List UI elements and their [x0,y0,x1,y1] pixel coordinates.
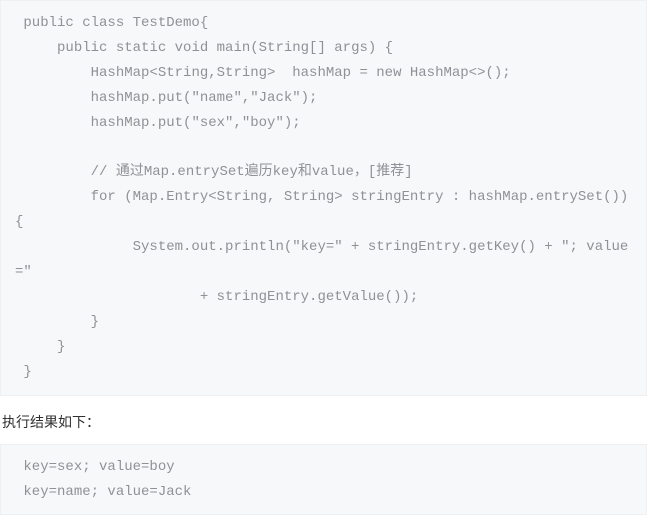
java-code-block: public class TestDemo{ public static voi… [0,0,647,396]
result-heading: 执行结果如下： [2,412,647,432]
execution-output: key=sex; value=boy key=name; value=Jack [0,444,647,516]
